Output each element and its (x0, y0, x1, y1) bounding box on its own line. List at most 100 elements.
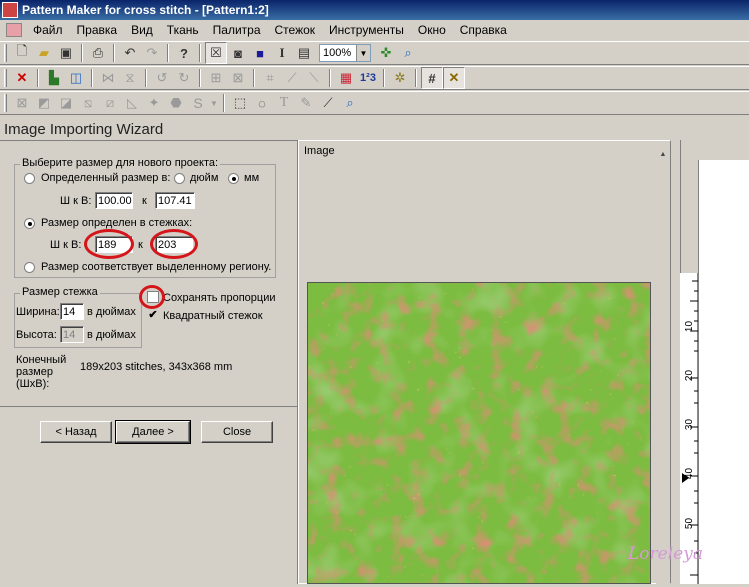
half-stitch-left-icon[interactable]: ◩ (33, 92, 55, 114)
wizard-title: Image Importing Wizard (4, 121, 164, 138)
help-icon[interactable]: ? (173, 42, 195, 64)
zoom-select[interactable]: 100% ▼ (319, 44, 371, 62)
menu-file[interactable]: Файл (26, 23, 70, 37)
print-icon[interactable]: ⎙ (87, 42, 109, 64)
stitch-size-group-label: Размер стежка (20, 286, 100, 298)
preview-image-pixels (308, 283, 650, 583)
menu-stitch[interactable]: Стежок (268, 23, 323, 37)
mirror-horizontal-icon[interactable]: ⋈ (97, 67, 119, 89)
stitch-count-height-field[interactable]: 14 (60, 326, 84, 343)
menu-fabric[interactable]: Ткань (160, 23, 206, 37)
close-button[interactable]: Close (201, 421, 273, 443)
full-stitch-icon[interactable]: ⊠ (11, 92, 33, 114)
menu-tools[interactable]: Инструменты (322, 23, 411, 37)
size-width-field[interactable]: 100.00 (95, 192, 133, 209)
toolbar-standard: 🗋 ▰ ▣ ⎙ ↶ ↷ ? ☒ ◙ ■ I ▤ 100% ▼ ✜ ⌕ (0, 41, 749, 65)
unit-inch-label: дюйм (190, 172, 219, 184)
symbol-view-icon[interactable]: ◙ (227, 42, 249, 64)
ruler-label: 20 (684, 369, 696, 382)
cross-stitch-view-icon[interactable]: ☒ (205, 42, 227, 64)
menu-palette[interactable]: Палитра (206, 23, 268, 37)
redo-icon[interactable]: ↷ (141, 42, 163, 64)
open-folder-icon[interactable]: ▰ (33, 42, 55, 64)
pattern-canvas[interactable] (698, 160, 749, 584)
save-icon[interactable]: ▣ (55, 42, 77, 64)
square-stitch-checkbox[interactable]: ✔ (147, 310, 159, 322)
stitch-settings-icon[interactable]: ✲ (389, 67, 411, 89)
document-icon[interactable] (6, 23, 22, 37)
magnifier-icon[interactable]: ⌕ (339, 92, 361, 114)
replace-color-icon[interactable]: ▙ (43, 67, 65, 89)
cross-toggle-icon[interactable]: ✕ (443, 67, 465, 89)
next-button[interactable]: Далее > (115, 420, 191, 444)
window-titlebar: Pattern Maker for cross stitch - [Patter… (0, 0, 749, 20)
half-stitch-icon[interactable]: ⟋ (281, 67, 303, 89)
preview-image (307, 282, 651, 584)
palette-icon[interactable]: ▦ (335, 67, 357, 89)
radio-region[interactable] (24, 262, 35, 273)
size-height-field[interactable]: 107.41 (155, 192, 195, 209)
back-button[interactable]: < Назад (40, 421, 112, 443)
rect-select-icon[interactable]: ⬚ (229, 92, 251, 114)
toolbar-edit: ✕ ▙ ◫ ⋈ ⧖ ↺ ↻ ⊞ ⊠ ⌗ ⟋ ⟍ ▦ 1²3 ✲ # ✕ (0, 66, 749, 90)
eyedropper-icon[interactable]: ⟋ (317, 92, 339, 114)
stitch-count-width-field[interactable]: 14 (60, 303, 84, 320)
menu-help[interactable]: Справка (453, 23, 514, 37)
fill-icon[interactable]: ✎ (295, 92, 317, 114)
watermark: Loreleya (628, 544, 703, 564)
curve-icon[interactable]: S (187, 92, 209, 114)
grid-select-icon[interactable]: ⊞ (205, 67, 227, 89)
line-stitch-icon[interactable]: ◺ (121, 92, 143, 114)
image-scrollbar[interactable]: ▲ (656, 148, 670, 584)
grid-toggle-icon[interactable]: # (421, 67, 443, 89)
mirror-vertical-icon[interactable]: ⧖ (119, 67, 141, 89)
highlight-circle (150, 229, 198, 259)
window-title: Pattern Maker for cross stitch - [Patter… (22, 3, 269, 17)
menu-edit[interactable]: Правка (70, 23, 125, 37)
stitch-height-label: Высота: (16, 329, 57, 341)
stitch-width-label: Ширина: (16, 306, 60, 318)
ruler-label: 30 (684, 418, 696, 431)
rotate-right-icon[interactable]: ↻ (173, 67, 195, 89)
menu-window[interactable]: Окно (411, 23, 453, 37)
region-option-label: Размер соответствует выделенному региону… (41, 261, 272, 273)
scroll-up-icon[interactable]: ▲ (656, 148, 670, 162)
stitch-height-unit: в дюймах (87, 329, 136, 341)
stitches-option-label: Размер определен в стежках: (41, 217, 193, 229)
unit-mm-label: мм (244, 172, 260, 184)
stitches-x-label: к (138, 239, 143, 251)
star-stitch-icon[interactable]: ✦ (143, 92, 165, 114)
palette-swap-icon[interactable]: ◫ (65, 67, 87, 89)
lasso-select-icon[interactable]: ◌ (251, 92, 273, 114)
undo-icon[interactable]: ↶ (119, 42, 141, 64)
zoom-tool-icon[interactable]: ⌕ (397, 42, 419, 64)
toolbar-draw: ⊠ ◩ ◪ ⧅ ⧄ ◺ ✦ ⬣ S ▼ ⬚ ◌ T ✎ ⟋ ⌕ (0, 91, 749, 115)
size-x-label: к (142, 195, 147, 207)
delete-icon[interactable]: ✕ (11, 67, 33, 89)
highlight-circle (84, 229, 134, 259)
menu-view[interactable]: Вид (124, 23, 160, 37)
numbering-icon[interactable]: 1²3 (357, 67, 379, 89)
bead-icon[interactable]: ⬣ (165, 92, 187, 114)
notes-icon[interactable]: ▤ (293, 42, 315, 64)
new-file-icon[interactable]: 🗋 (11, 42, 33, 64)
half-stitch-right-icon[interactable]: ◪ (55, 92, 77, 114)
color-block-icon[interactable]: ■ (249, 42, 271, 64)
radio-unit-inch[interactable] (174, 173, 185, 184)
crop-icon[interactable]: ⌗ (259, 67, 281, 89)
radio-unit-mm[interactable] (228, 173, 239, 184)
radio-stitches[interactable] (24, 218, 35, 229)
quarter-stitch-icon[interactable]: ⧅ (77, 92, 99, 114)
stitch-width-unit: в дюймах (87, 306, 136, 318)
ruler-label: 50 (684, 517, 696, 530)
three-quarter-stitch-icon[interactable]: ⧄ (99, 92, 121, 114)
chevron-down-icon[interactable]: ▼ (209, 92, 219, 114)
text-icon[interactable]: T (273, 92, 295, 114)
ruler-label: 10 (684, 320, 696, 333)
text-tool-icon[interactable]: I (271, 42, 293, 64)
grid-fill-icon[interactable]: ⊠ (227, 67, 249, 89)
backstitch-icon[interactable]: ⟍ (303, 67, 325, 89)
radio-defined-size[interactable] (24, 173, 35, 184)
fit-page-icon[interactable]: ✜ (375, 42, 397, 64)
rotate-left-icon[interactable]: ↺ (151, 67, 173, 89)
